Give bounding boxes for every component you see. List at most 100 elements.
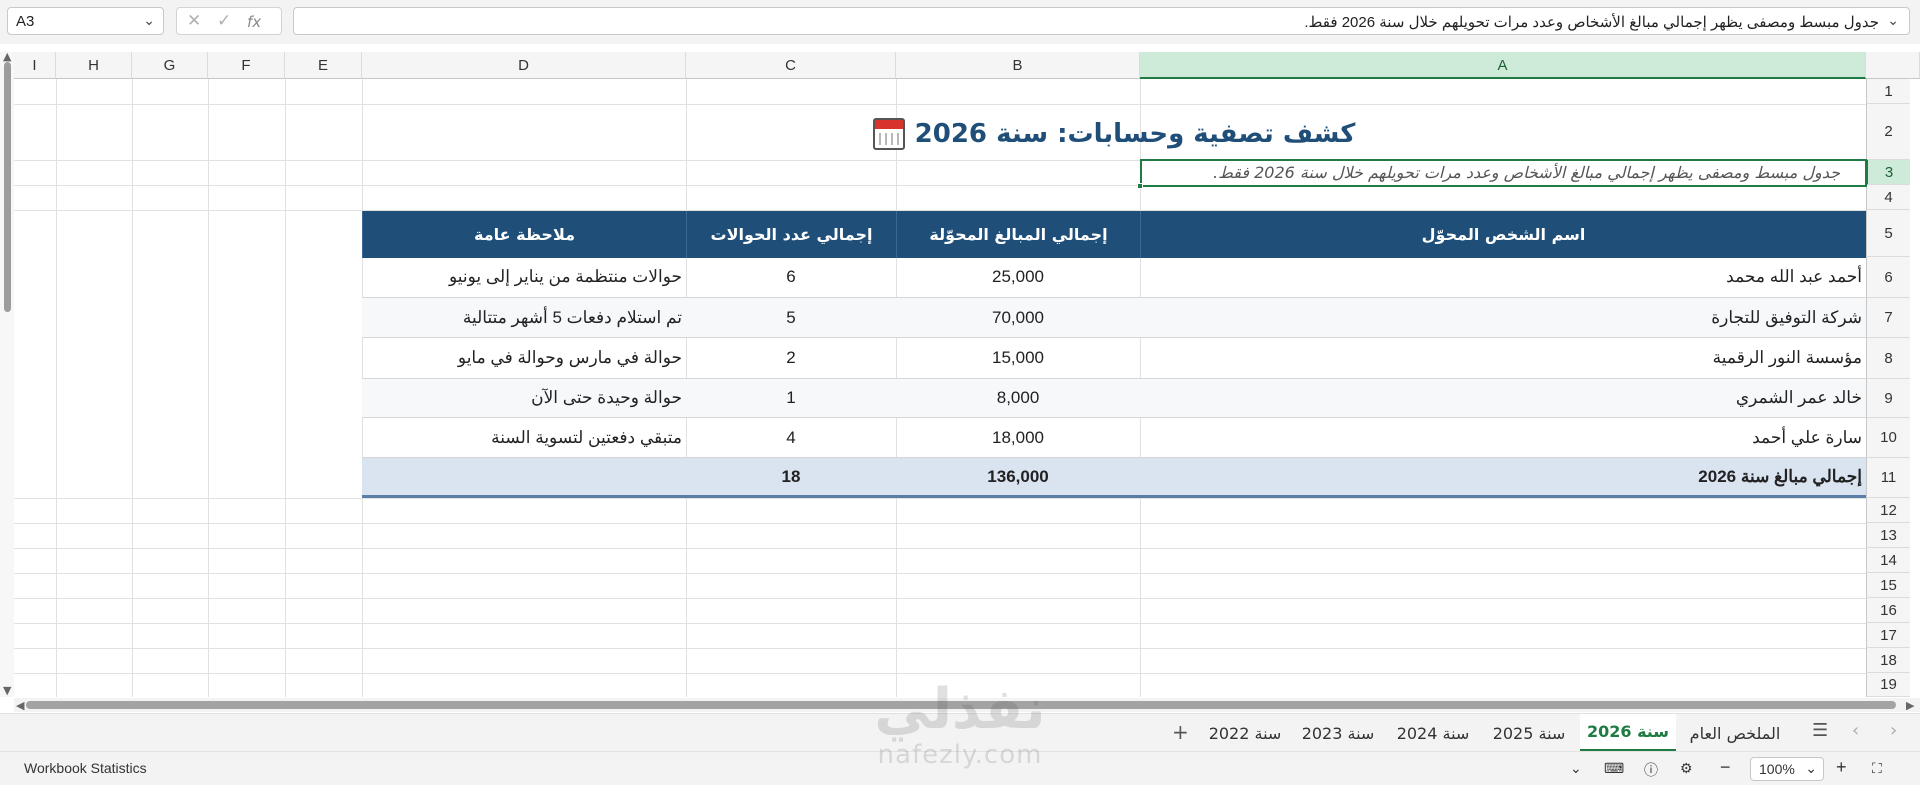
row-header-6[interactable]: 6 bbox=[1866, 257, 1910, 298]
name-box-value: A3 bbox=[16, 13, 35, 30]
column-header-h[interactable]: H bbox=[56, 52, 132, 79]
tab-2024[interactable]: سنة 2024 bbox=[1386, 714, 1480, 752]
chevron-right-icon[interactable]: › bbox=[1890, 720, 1897, 741]
row-header-11[interactable]: 11 bbox=[1866, 458, 1910, 498]
cell-count[interactable]: 4 bbox=[686, 418, 896, 457]
cell-name[interactable]: شركة التوفيق للتجارة bbox=[1140, 298, 1866, 337]
confirm-icon[interactable]: ✓ bbox=[217, 11, 231, 31]
cell-amount[interactable]: 8,000 bbox=[896, 379, 1140, 417]
row-header-16[interactable]: 16 bbox=[1866, 598, 1910, 623]
total-row[interactable]: إجمالي مبالغ سنة 2026 136,000 18 bbox=[362, 458, 1866, 498]
cancel-icon[interactable]: ✕ bbox=[187, 11, 201, 31]
cell-count[interactable]: 5 bbox=[686, 298, 896, 337]
column-header-a[interactable]: A bbox=[1140, 52, 1866, 79]
table-row[interactable]: سارة علي أحمد 18,000 4 متبقي دفعتين لتسو… bbox=[362, 418, 1866, 458]
tab-2025[interactable]: سنة 2025 bbox=[1480, 714, 1578, 752]
cell-amount[interactable]: 15,000 bbox=[896, 338, 1140, 378]
horizontal-scrollbar[interactable]: ◀ ▶ bbox=[14, 698, 1920, 712]
cell-note[interactable]: تم استلام دفعات 5 أشهر متتالية bbox=[362, 298, 686, 337]
add-sheet-button[interactable]: + bbox=[1172, 720, 1189, 744]
header-note[interactable]: ملاحظة عامة bbox=[362, 211, 686, 258]
vertical-scrollbar[interactable]: ▲ ▼ bbox=[0, 50, 14, 697]
tab-summary[interactable]: الملخص العام bbox=[1680, 714, 1790, 752]
row-header-8[interactable]: 8 bbox=[1866, 338, 1910, 379]
row-header-13[interactable]: 13 bbox=[1866, 523, 1910, 548]
cell-note[interactable]: حوالات منتظمة من يناير إلى يونيو bbox=[362, 257, 686, 297]
column-header-d[interactable]: D bbox=[362, 52, 686, 79]
column-header-b[interactable]: B bbox=[896, 52, 1140, 79]
cell-name[interactable]: خالد عمر الشمري bbox=[1140, 379, 1866, 417]
cell-count[interactable]: 1 bbox=[686, 379, 896, 417]
column-header-g[interactable]: G bbox=[132, 52, 208, 79]
accessibility-icon[interactable]: ⚙ bbox=[1680, 760, 1693, 777]
row-header-19[interactable]: 19 bbox=[1866, 673, 1910, 697]
workbook-statistics-button[interactable]: Workbook Statistics bbox=[24, 760, 147, 776]
chevron-down-icon[interactable]: ⌄ bbox=[143, 12, 155, 29]
header-count[interactable]: إجمالي عدد الحوالات bbox=[686, 211, 896, 258]
row-header-17[interactable]: 17 bbox=[1866, 623, 1910, 648]
row-header-5[interactable]: 5 bbox=[1866, 210, 1910, 257]
zoom-select[interactable]: 100% ⌄ bbox=[1750, 757, 1824, 781]
scroll-right-icon[interactable]: ▶ bbox=[1906, 699, 1914, 712]
cell-note[interactable]: حوالة وحيدة حتى الآن bbox=[362, 379, 686, 417]
row-header-7[interactable]: 7 bbox=[1866, 298, 1910, 338]
column-header-e[interactable]: E bbox=[285, 52, 362, 79]
column-header-i[interactable]: I bbox=[14, 52, 56, 79]
cell-name[interactable]: أحمد عبد الله محمد bbox=[1140, 257, 1866, 297]
zoom-in-icon[interactable]: + bbox=[1836, 757, 1847, 778]
header-name[interactable]: اسم الشخص المحوّل bbox=[1140, 211, 1866, 258]
total-count[interactable]: 18 bbox=[686, 458, 896, 495]
tab-2026[interactable]: سنة 2026 bbox=[1580, 714, 1676, 752]
cell-amount[interactable]: 25,000 bbox=[896, 257, 1140, 297]
scroll-left-icon[interactable]: ◀ bbox=[16, 699, 24, 712]
cell-amount[interactable]: 70,000 bbox=[896, 298, 1140, 337]
select-all-corner[interactable] bbox=[1866, 52, 1920, 79]
table-row[interactable]: مؤسسة النور الرقمية 15,000 2 حوالة في ما… bbox=[362, 338, 1866, 379]
total-label[interactable]: إجمالي مبالغ سنة 2026 bbox=[1140, 458, 1866, 495]
vertical-scroll-thumb[interactable] bbox=[4, 62, 11, 312]
cell-note[interactable]: حوالة في مارس وحوالة في مايو bbox=[362, 338, 686, 378]
zoom-out-icon[interactable]: − bbox=[1720, 757, 1731, 778]
worksheet-grid[interactable]: I H G F E D C B A 1 2 3 4 5 6 7 8 9 10 1… bbox=[0, 52, 1920, 697]
chevron-down-icon[interactable]: ⌄ bbox=[1805, 760, 1817, 777]
row-header-12[interactable]: 12 bbox=[1866, 498, 1910, 523]
formula-input[interactable]: جدول مبسط ومصفى يظهر إجمالي مبالغ الأشخا… bbox=[293, 7, 1910, 35]
horizontal-scroll-thumb[interactable] bbox=[26, 701, 1896, 709]
cell-name[interactable]: مؤسسة النور الرقمية bbox=[1140, 338, 1866, 378]
header-amount[interactable]: إجمالي المبالغ المحوّلة bbox=[896, 211, 1140, 258]
cell-count[interactable]: 6 bbox=[686, 257, 896, 297]
table-row[interactable]: شركة التوفيق للتجارة 70,000 5 تم استلام … bbox=[362, 298, 1866, 338]
menu-icon[interactable]: ☰ bbox=[1812, 720, 1828, 741]
row-header-1[interactable]: 1 bbox=[1866, 79, 1910, 104]
row-header-15[interactable]: 15 bbox=[1866, 573, 1910, 598]
row-header-3[interactable]: 3 bbox=[1866, 160, 1910, 185]
fit-screen-icon[interactable]: ⛶ bbox=[1872, 760, 1882, 777]
table-row[interactable]: خالد عمر الشمري 8,000 1 حوالة وحيدة حتى … bbox=[362, 379, 1866, 418]
chevron-left-icon[interactable]: ‹ bbox=[1852, 720, 1859, 741]
tab-2022[interactable]: سنة 2022 bbox=[1200, 714, 1290, 752]
help-icon[interactable]: ⓘ bbox=[1644, 760, 1658, 780]
function-icon[interactable]: fx bbox=[247, 13, 261, 31]
chevron-down-icon[interactable]: ⌄ bbox=[1887, 12, 1899, 29]
row-header-18[interactable]: 18 bbox=[1866, 648, 1910, 673]
column-header-c[interactable]: C bbox=[686, 52, 896, 79]
chevron-down-icon[interactable]: ⌄ bbox=[1570, 760, 1582, 777]
scroll-down-icon[interactable]: ▼ bbox=[3, 684, 11, 697]
cell-note[interactable]: متبقي دفعتين لتسوية السنة bbox=[362, 418, 686, 457]
row-header-14[interactable]: 14 bbox=[1866, 548, 1910, 573]
fill-handle[interactable] bbox=[1137, 183, 1143, 189]
name-box[interactable]: A3 ⌄ bbox=[7, 7, 164, 35]
row-header-2[interactable]: 2 bbox=[1866, 104, 1910, 160]
cell-count[interactable]: 2 bbox=[686, 338, 896, 378]
tab-2023[interactable]: سنة 2023 bbox=[1290, 714, 1386, 752]
row-header-10[interactable]: 10 bbox=[1866, 418, 1910, 458]
column-header-f[interactable]: F bbox=[208, 52, 285, 79]
sheet-title[interactable]: كشف تصفية وحسابات: سنة 2026 bbox=[362, 106, 1866, 162]
keyboard-icon[interactable]: ⌨ bbox=[1604, 760, 1624, 777]
row-header-9[interactable]: 9 bbox=[1866, 379, 1910, 418]
cell-amount[interactable]: 18,000 bbox=[896, 418, 1140, 457]
total-amount[interactable]: 136,000 bbox=[896, 458, 1140, 495]
row-header-4[interactable]: 4 bbox=[1866, 185, 1910, 210]
cell-name[interactable]: سارة علي أحمد bbox=[1140, 418, 1866, 457]
table-row[interactable]: أحمد عبد الله محمد 25,000 6 حوالات منتظم… bbox=[362, 257, 1866, 298]
